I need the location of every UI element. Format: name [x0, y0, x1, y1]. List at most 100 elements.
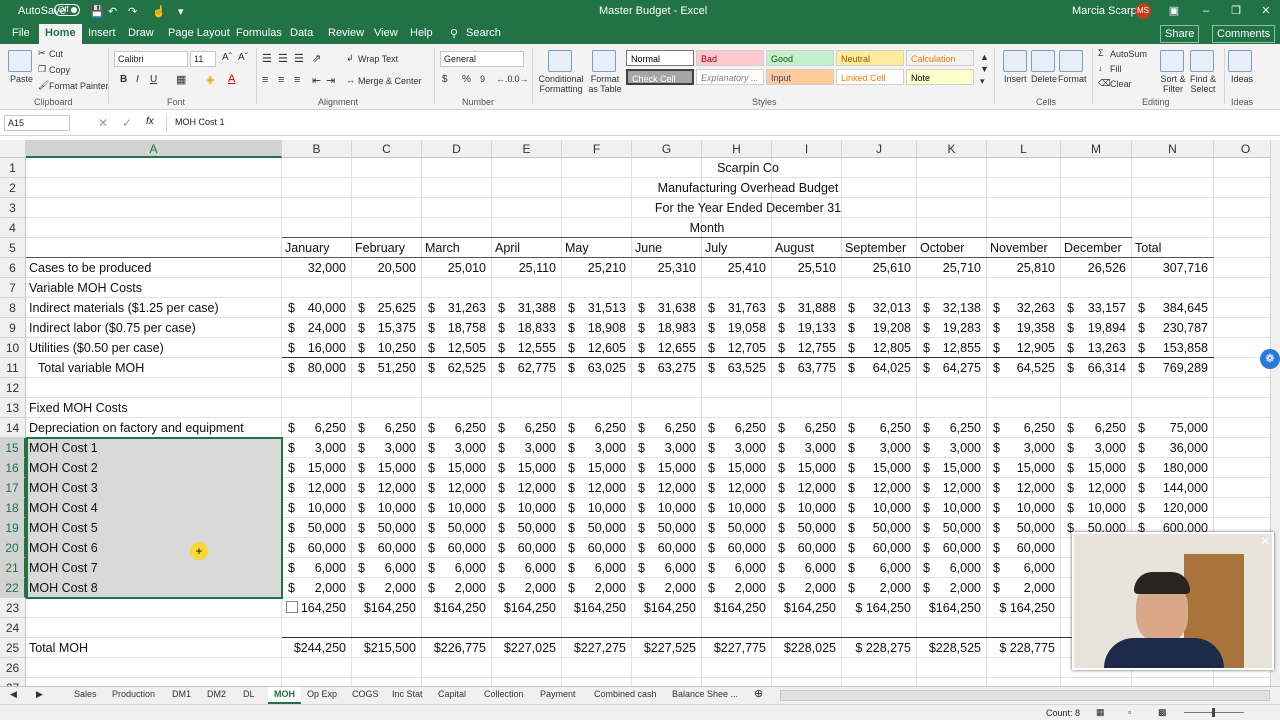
- delete-cells-icon[interactable]: [1031, 50, 1055, 72]
- data-cell[interactable]: $15,000: [492, 458, 562, 478]
- decrease-decimal-icon[interactable]: .0→: [512, 74, 529, 84]
- data-cell[interactable]: $12,000: [492, 478, 562, 498]
- search-box[interactable]: Search: [466, 27, 501, 39]
- data-cell[interactable]: $10,000: [422, 498, 492, 518]
- data-cell[interactable]: $31,263: [422, 298, 492, 318]
- data-cell[interactable]: $6,000: [492, 558, 562, 578]
- data-cell[interactable]: $ 228,275: [842, 638, 917, 658]
- data-cell[interactable]: $2,000: [632, 578, 702, 598]
- data-cell[interactable]: $25,625: [352, 298, 422, 318]
- data-cell[interactable]: $3,000: [492, 438, 562, 458]
- data-cell[interactable]: $6,000: [282, 558, 352, 578]
- data-cell[interactable]: $50,000: [702, 518, 772, 538]
- data-cell[interactable]: $6,000: [352, 558, 422, 578]
- comments-button[interactable]: Comments: [1212, 25, 1276, 43]
- data-cell[interactable]: $384,645: [1132, 298, 1214, 318]
- cell-style-good[interactable]: Good: [766, 50, 834, 66]
- sheet-tab-sales[interactable]: Sales: [74, 689, 97, 699]
- row-header-27[interactable]: 27: [0, 678, 26, 686]
- add-in-side-icon[interactable]: ❁: [1260, 349, 1280, 369]
- paste-options-icon[interactable]: [286, 601, 298, 613]
- data-cell[interactable]: $60,000: [282, 538, 352, 558]
- find-select-button[interactable]: Find & Select: [1186, 74, 1220, 94]
- data-cell[interactable]: $12,755: [772, 338, 842, 358]
- data-cell[interactable]: $12,000: [352, 478, 422, 498]
- data-cell[interactable]: 25,210: [562, 258, 632, 278]
- data-cell[interactable]: $3,000: [632, 438, 702, 458]
- font-name-select[interactable]: Calibri: [114, 51, 188, 67]
- sheet-tab-payment[interactable]: Payment: [540, 689, 576, 699]
- data-cell[interactable]: $12,000: [562, 478, 632, 498]
- row-header-13[interactable]: 13: [0, 398, 26, 418]
- data-cell[interactable]: $12,605: [562, 338, 632, 358]
- prev-sheet-icon[interactable]: ◀: [10, 689, 17, 700]
- data-cell[interactable]: $60,000: [842, 538, 917, 558]
- merge-center-button[interactable]: Merge & Center: [358, 76, 422, 86]
- data-cell[interactable]: $164,250: [562, 598, 632, 618]
- row-header-21[interactable]: 21: [0, 558, 26, 578]
- data-cell[interactable]: $36,000: [1132, 438, 1214, 458]
- row-header-7[interactable]: 7: [0, 278, 26, 298]
- formula-input[interactable]: MOH Cost 1: [166, 114, 1266, 132]
- sheet-tab-production[interactable]: Production: [112, 689, 155, 699]
- data-cell[interactable]: $60,000: [352, 538, 422, 558]
- paste-button[interactable]: Paste: [10, 74, 33, 84]
- comma-style-icon[interactable]: 9: [480, 74, 485, 84]
- row-header-5[interactable]: 5: [0, 238, 26, 258]
- data-cell[interactable]: $2,000: [282, 578, 352, 598]
- styles-scroll-down-icon[interactable]: ▼: [980, 64, 989, 74]
- cell-style-check-cell[interactable]: Check Cell: [626, 69, 694, 85]
- data-cell[interactable]: $50,000: [772, 518, 842, 538]
- borders-icon[interactable]: ▦: [176, 73, 186, 86]
- italic-icon[interactable]: I: [136, 74, 139, 85]
- insert-function-icon[interactable]: fx: [146, 116, 154, 127]
- data-cell[interactable]: $10,000: [917, 498, 987, 518]
- decrease-font-icon[interactable]: Aˇ: [238, 52, 248, 63]
- data-cell[interactable]: $228,525: [917, 638, 987, 658]
- data-cell[interactable]: $6,250: [352, 418, 422, 438]
- data-cell[interactable]: $10,000: [772, 498, 842, 518]
- data-cell[interactable]: $2,000: [842, 578, 917, 598]
- data-cell[interactable]: $10,000: [562, 498, 632, 518]
- cell-style-explanatory[interactable]: Explanatory ...: [696, 69, 764, 85]
- cell-style-calculation[interactable]: Calculation: [906, 50, 974, 66]
- data-cell[interactable]: $18,833: [492, 318, 562, 338]
- data-cell[interactable]: $33,157: [1061, 298, 1132, 318]
- data-cell[interactable]: $227,275: [562, 638, 632, 658]
- data-cell[interactable]: $50,000: [562, 518, 632, 538]
- column-header-l[interactable]: L: [987, 140, 1061, 158]
- data-cell[interactable]: $6,250: [987, 418, 1061, 438]
- format-as-table-button[interactable]: Format as Table: [586, 74, 624, 94]
- data-cell[interactable]: 25,610: [842, 258, 917, 278]
- data-cell[interactable]: $6,250: [772, 418, 842, 438]
- data-cell[interactable]: $12,905: [987, 338, 1061, 358]
- close-icon[interactable]: ✕: [1258, 3, 1274, 19]
- row-header-4[interactable]: 4: [0, 218, 26, 238]
- row-header-15[interactable]: 15: [0, 438, 26, 458]
- data-cell[interactable]: $32,263: [987, 298, 1061, 318]
- data-cell[interactable]: $60,000: [422, 538, 492, 558]
- tab-insert[interactable]: Insert: [88, 27, 116, 39]
- data-cell[interactable]: $60,000: [772, 538, 842, 558]
- data-cell[interactable]: $ 228,775: [987, 638, 1061, 658]
- normal-view-icon[interactable]: ▦: [1096, 707, 1105, 718]
- data-cell[interactable]: $19,133: [772, 318, 842, 338]
- tab-data[interactable]: Data: [290, 27, 313, 39]
- row-header-17[interactable]: 17: [0, 478, 26, 498]
- data-cell[interactable]: $12,705: [702, 338, 772, 358]
- column-header-g[interactable]: G: [632, 140, 702, 158]
- minimize-icon[interactable]: –: [1198, 3, 1214, 19]
- ribbon-display-icon[interactable]: ▣: [1166, 3, 1182, 19]
- format-cells-icon[interactable]: [1059, 50, 1083, 72]
- data-cell[interactable]: 26,526: [1061, 258, 1132, 278]
- increase-decimal-icon[interactable]: ←.0: [496, 74, 513, 84]
- sort-filter-button[interactable]: Sort & Filter: [1156, 74, 1190, 94]
- ideas-button[interactable]: Ideas: [1231, 74, 1253, 84]
- data-cell[interactable]: $15,375: [352, 318, 422, 338]
- wrap-text-button[interactable]: Wrap Text: [358, 54, 398, 64]
- format-cells-button[interactable]: Format: [1058, 74, 1087, 84]
- decrease-indent-icon[interactable]: ⇤: [312, 74, 321, 87]
- data-cell[interactable]: $6,250: [422, 418, 492, 438]
- align-top-icon[interactable]: ☰: [262, 52, 272, 65]
- data-cell[interactable]: $50,000: [987, 518, 1061, 538]
